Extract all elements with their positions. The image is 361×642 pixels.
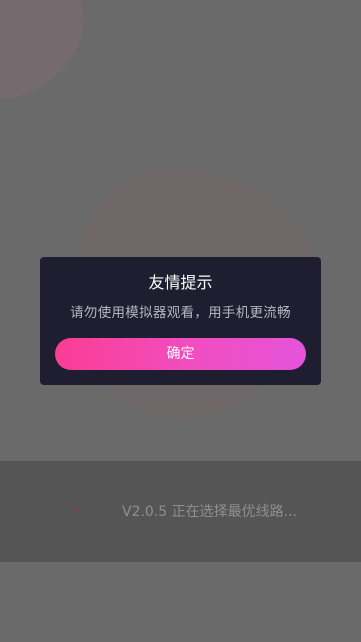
dialog-title: 友情提示 (148, 273, 213, 292)
dialog-message: 请勿使用模拟器观看，用手机更流畅 (70, 305, 291, 321)
loading-status-text: V2.0.5 正在选择最优线路... (122, 504, 297, 520)
notice-dialog: 友情提示 请勿使用模拟器观看，用手机更流畅 确定 (40, 257, 321, 385)
background-decoration-top (0, 0, 103, 115)
loading-status-bar: V2.0.5 正在选择最优线路... (0, 461, 361, 562)
loading-indicator-icon (75, 510, 77, 512)
confirm-button[interactable]: 确定 (55, 338, 306, 370)
